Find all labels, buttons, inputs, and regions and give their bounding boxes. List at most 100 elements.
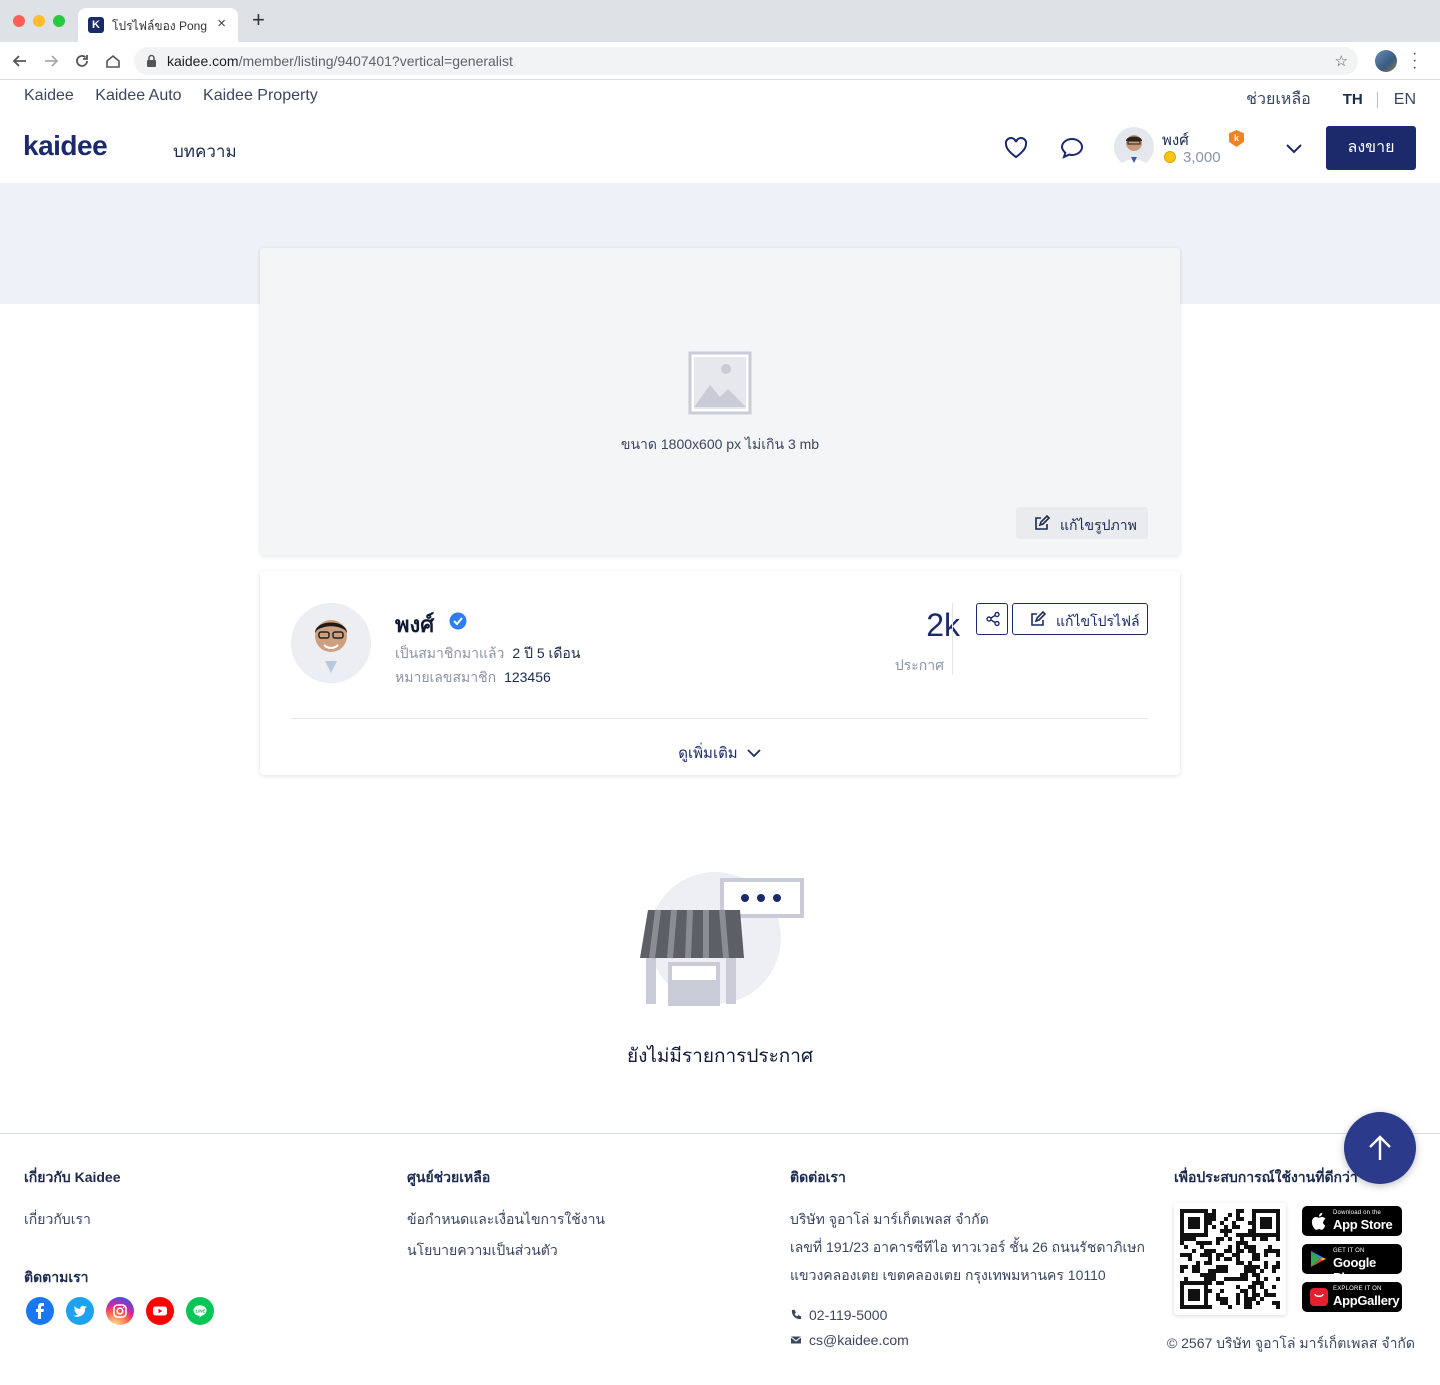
home-icon[interactable] [104,52,122,70]
share-button[interactable] [976,603,1008,635]
twitter-icon[interactable] [66,1297,94,1325]
edit-icon [1035,515,1050,530]
app-gallery-big: AppGallery [1333,1293,1400,1308]
link-kaidee-auto[interactable]: Kaidee Auto [95,87,181,104]
address-bar[interactable]: kaidee.com/member/listing/9407401?vertic… [134,47,1358,75]
app-store-button[interactable]: Download on the App Store [1302,1206,1402,1236]
member-since-value: 2 ปี 5 เดือน [512,645,581,661]
huawei-appgallery-icon [1310,1288,1328,1306]
user-avatar[interactable] [1114,127,1154,167]
member-id-value: 123456 [504,669,551,685]
kaidee-logo[interactable]: kaidee [23,130,108,162]
google-play-icon [1311,1251,1326,1267]
browser-profile-avatar[interactable] [1375,50,1397,72]
footer-privacy-link[interactable]: นโยบายความเป็นส่วนตัว [407,1240,605,1262]
empty-listings-text: ยังไม่มีรายการประกาศ [626,1046,814,1067]
lang-en[interactable]: EN [1394,91,1416,109]
see-more-toggle[interactable]: ดูเพิ่มเติม [260,741,1180,765]
qr-code [1174,1203,1286,1315]
social-links: LINE [26,1297,226,1325]
new-tab-icon[interactable]: + [252,9,265,31]
member-since-row: เป็นสมาชิกมาแล้ว 2 ปี 5 เดือน [395,643,580,665]
edit-cover-button[interactable]: แก้ไขรูปภาพ [1016,507,1148,539]
reload-icon[interactable] [73,52,91,70]
listing-count-label: ประกาศ [894,657,944,673]
profile-card: พงศ์ เป็นสมาชิกมาแล้ว 2 ปี 5 เดือน หมายเล… [260,571,1180,775]
browser-tabbar: K โปรไฟล์ของ Pong × + [0,0,1440,42]
browser-toolbar: kaidee.com/member/listing/9407401?vertic… [0,42,1440,80]
footer-contact-heading: ติดต่อเรา [790,1169,846,1185]
edit-profile-label: แก้ไขโปรไฟล์ [1056,613,1140,629]
youtube-icon[interactable] [146,1297,174,1325]
footer-app-heading: เพื่อประสบการณ์ใช้งานที่ดีกว่า [1174,1169,1358,1185]
footer-address-line: แขวงคลองเตย เขตคลองเตย กรุงเทพมหานคร 101… [790,1267,1106,1283]
footer-address-line: เลขที่ 191/23 อาคารซีทีไอ ทาวเวอร์ ชั้น … [790,1239,1145,1255]
image-placeholder-icon [688,351,752,415]
article-link[interactable]: บทความ [173,138,237,165]
window-close-dot[interactable] [13,15,25,27]
tab-title: โปรไฟล์ของ Pong [112,19,208,33]
chevron-down-icon[interactable] [1284,139,1304,157]
browser-tab[interactable]: K โปรไฟล์ของ Pong × [78,8,238,42]
google-play-button[interactable]: GET IT ON Google Play [1302,1244,1402,1285]
footer-phone[interactable]: 02-119-5000 [790,1307,1145,1323]
empty-shop-illustration [640,872,804,1006]
window-zoom-dot[interactable] [53,15,65,27]
app-store-small: Download on the [1333,1210,1382,1216]
kaidee-favicon-icon: K [88,17,104,33]
footer-contact-col: ติดต่อเรา บริษัท จูอาโล่ มาร์เก็ตเพลส จำ… [790,1167,1145,1348]
footer-terms-link[interactable]: ข้อกำหนดและเงื่อนไขการใช้งาน [407,1209,605,1231]
back-icon[interactable] [11,52,29,70]
url-text: kaidee.com/member/listing/9407401?vertic… [167,53,513,69]
footer-about-link[interactable]: เกี่ยวกับเรา [24,1209,121,1231]
browser-menu-icon[interactable]: · · · [1412,46,1417,76]
line-icon[interactable]: LINE [186,1297,214,1325]
see-more-label: ดูเพิ่มเติม [678,745,738,762]
chevron-down-icon [747,749,761,758]
app-gallery-small: EXPLORE IT ON [1333,1286,1382,1292]
lang-th[interactable]: TH [1343,91,1363,108]
help-link[interactable]: ช่วยเหลือ [1246,87,1311,112]
link-kaidee-property[interactable]: Kaidee Property [203,87,318,104]
copyright: © 2567 บริษัท จูอาโล่ มาร์เก็ตเพลส จำกัด [1166,1335,1415,1351]
sell-button[interactable]: ลงขาย [1326,126,1416,170]
link-kaidee[interactable]: Kaidee [24,87,74,104]
verified-badge-icon [449,612,467,630]
scroll-to-top-button[interactable] [1344,1112,1416,1184]
utility-links: ช่วยเหลือ TH EN [1246,87,1416,112]
svg-text:LINE: LINE [196,1308,206,1313]
heart-icon[interactable] [1003,135,1029,161]
coin-icon [1164,151,1176,163]
window-minimize-dot[interactable] [33,15,45,27]
bookmark-star-icon[interactable]: ☆ [1335,52,1348,70]
url-path: /member/listing/9407401?vertical=general… [238,53,513,69]
coin-balance: 3,000 [1164,149,1221,166]
listing-count: 2k [926,607,960,643]
app-gallery-button[interactable]: EXPLORE IT ON AppGallery [1302,1282,1402,1312]
footer-email[interactable]: cs@kaidee.com [790,1332,1145,1348]
kaidee-badge-icon: k [1229,130,1244,147]
profile-name: พงศ์ [395,612,435,637]
chat-icon[interactable] [1059,135,1085,161]
mail-icon [790,1336,802,1344]
facebook-icon[interactable] [26,1297,54,1325]
profile-avatar [291,603,371,683]
share-icon [986,611,1000,627]
edit-profile-button[interactable]: แก้ไขโปรไฟล์ [1012,603,1148,635]
lang-divider [1376,91,1378,108]
url-host: kaidee.com [167,53,239,69]
apple-icon [1311,1212,1326,1230]
footer-follow-heading: ติดตามเรา [24,1269,89,1285]
profile-divider [291,718,1148,719]
footer-about-col: เกี่ยวกับ Kaidee เกี่ยวกับเรา ติดตามเรา [24,1167,121,1289]
footer-app-col: เพื่อประสบการณ์ใช้งานที่ดีกว่า [1174,1167,1358,1189]
tab-close-icon[interactable]: × [217,15,226,32]
instagram-icon[interactable] [106,1297,134,1325]
stat-divider [952,603,953,675]
app-store-big: App Store [1333,1217,1393,1232]
member-id-label: หมายเลขสมาชิก [395,669,497,685]
footer-address-line: บริษัท จูอาโล่ มาร์เก็ตเพลส จำกัด [790,1211,989,1227]
footer-phone-value: 02-119-5000 [809,1307,888,1323]
forward-icon[interactable] [42,52,60,70]
cover-size-hint: ขนาด 1800x600 px ไม่เกิน 3 mb [620,436,820,452]
